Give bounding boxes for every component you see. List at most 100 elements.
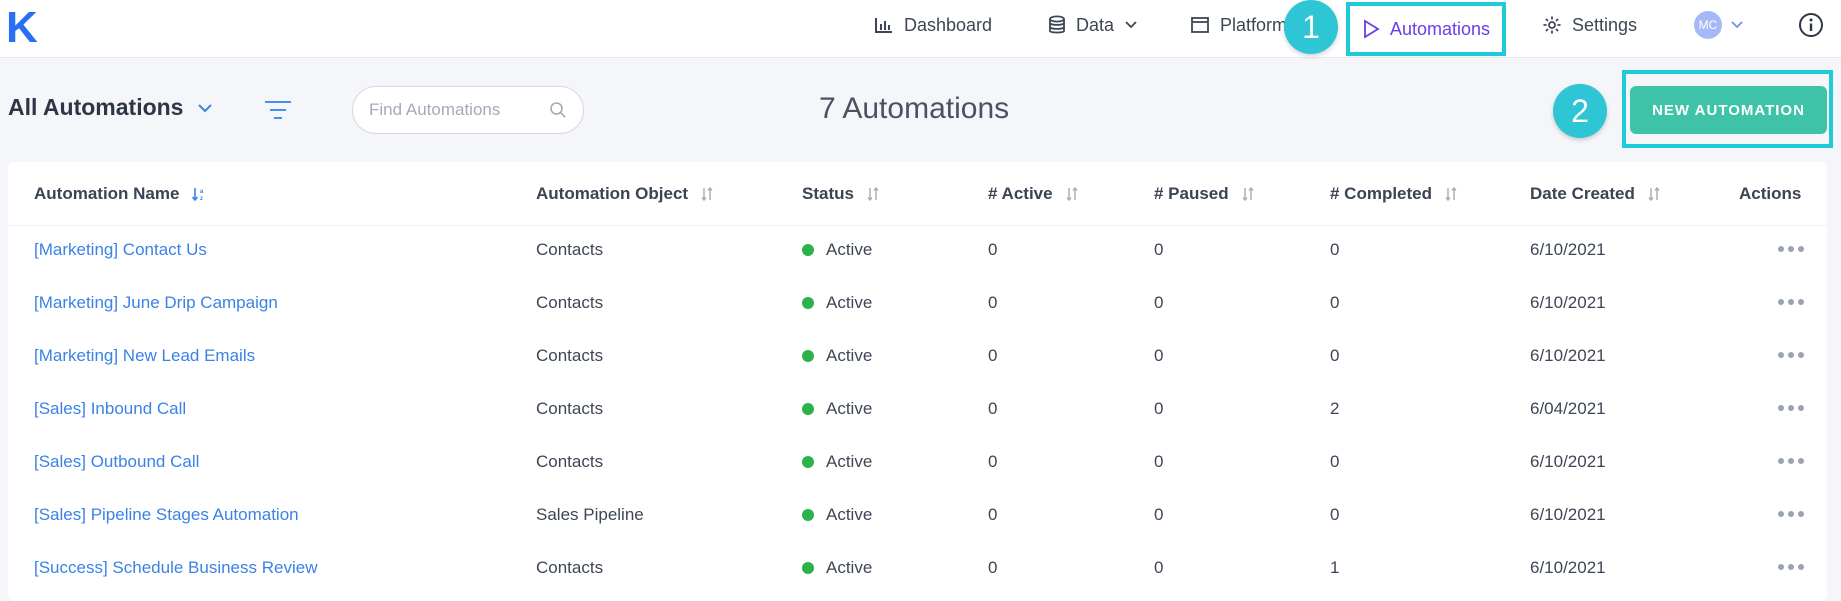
- automation-name-link[interactable]: [Marketing] New Lead Emails: [34, 346, 255, 366]
- more-actions-button[interactable]: [1774, 560, 1808, 574]
- column-header-label: Automation Name: [34, 184, 180, 203]
- automation-name-link[interactable]: [Sales] Outbound Call: [34, 452, 199, 472]
- column-header-active[interactable]: # Active: [988, 184, 1079, 204]
- status-label: Active: [826, 346, 873, 365]
- column-header-label: Actions: [1739, 184, 1802, 203]
- active-count: 0: [988, 452, 998, 471]
- automation-count: 7 Automations: [819, 92, 1010, 125]
- nav-data-dropdown[interactable]: Data: [1048, 0, 1138, 50]
- more-actions-button[interactable]: [1774, 454, 1808, 468]
- status-badge: Active: [802, 399, 872, 419]
- table-row: [Sales] Pipeline Stages Automation Sales…: [8, 491, 1827, 544]
- more-dots-icon: [1778, 246, 1784, 252]
- column-header-label: Date Created: [1530, 184, 1635, 203]
- status-dot-icon: [802, 297, 814, 309]
- automation-name-link[interactable]: [Marketing] June Drip Campaign: [34, 293, 278, 313]
- table-row: [Sales] Outbound Call Contacts Active 0 …: [8, 438, 1827, 491]
- chevron-down-icon: [198, 103, 213, 112]
- top-navigation-bar: K Dashboard Data Platform Automations Se…: [0, 0, 1841, 58]
- chevron-down-icon: [1731, 21, 1743, 29]
- sort-arrows-icon: [1445, 186, 1457, 202]
- nav-data-label: Data: [1076, 14, 1115, 35]
- completed-count: 0: [1330, 505, 1340, 524]
- automation-object: Contacts: [536, 558, 604, 577]
- automation-name-link[interactable]: [Marketing] Contact Us: [34, 240, 207, 260]
- date-created: 6/10/2021: [1530, 293, 1606, 312]
- nav-automations-label: Automations: [1390, 18, 1491, 39]
- date-created: 6/10/2021: [1530, 346, 1606, 365]
- paused-count: 0: [1154, 293, 1164, 312]
- column-header-date-created[interactable]: Date Created: [1530, 184, 1661, 204]
- nav-platform-label: Platform: [1220, 14, 1288, 35]
- column-header-paused[interactable]: # Paused: [1154, 184, 1255, 204]
- date-created: 6/10/2021: [1530, 240, 1606, 259]
- more-actions-button[interactable]: [1774, 348, 1808, 362]
- column-header-completed[interactable]: # Completed: [1330, 184, 1458, 204]
- table-header: Automation Name az Automation Object Sta…: [8, 162, 1827, 226]
- automation-object: Contacts: [536, 399, 604, 418]
- more-actions-button[interactable]: [1774, 507, 1808, 521]
- search-input[interactable]: [369, 100, 549, 120]
- more-dots-icon: [1778, 511, 1784, 517]
- active-count: 0: [988, 399, 998, 418]
- status-badge: Active: [802, 452, 872, 472]
- bar-chart-icon: [875, 18, 892, 33]
- view-selector-label: All Automations: [8, 94, 184, 120]
- paused-count: 0: [1154, 399, 1164, 418]
- date-created: 6/10/2021: [1530, 452, 1606, 471]
- status-dot-icon: [802, 562, 814, 574]
- filter-button[interactable]: [262, 98, 294, 127]
- date-created: 6/10/2021: [1530, 505, 1606, 524]
- nav-platform[interactable]: Platform: [1190, 0, 1287, 50]
- new-automation-button[interactable]: NEW AUTOMATION: [1630, 86, 1827, 134]
- user-menu[interactable]: MC: [1694, 0, 1744, 50]
- sort-arrows-icon: [867, 186, 879, 202]
- status-dot-icon: [802, 509, 814, 521]
- completed-count: 0: [1330, 452, 1340, 471]
- filter-lines-icon: [265, 101, 291, 119]
- nav-automations[interactable]: Automations: [1346, 2, 1506, 56]
- automation-name-link[interactable]: [Sales] Inbound Call: [34, 399, 186, 419]
- search-icon[interactable]: [549, 101, 567, 119]
- more-actions-button[interactable]: [1774, 295, 1808, 309]
- gear-icon: [1543, 16, 1561, 34]
- column-header-label: # Active: [988, 184, 1053, 203]
- column-header-automation-object[interactable]: Automation Object: [536, 184, 714, 204]
- active-count: 0: [988, 346, 998, 365]
- search-box: [352, 86, 584, 134]
- paused-count: 0: [1154, 558, 1164, 577]
- app-logo[interactable]: K: [6, 6, 38, 50]
- active-count: 0: [988, 293, 998, 312]
- column-header-actions: Actions: [1739, 184, 1801, 204]
- status-dot-icon: [802, 403, 814, 415]
- nav-settings[interactable]: Settings: [1542, 0, 1637, 50]
- status-badge: Active: [802, 293, 872, 313]
- status-badge: Active: [802, 346, 872, 366]
- automation-object: Sales Pipeline: [536, 505, 644, 524]
- info-button[interactable]: [1798, 0, 1824, 50]
- table-row: [Success] Schedule Business Review Conta…: [8, 544, 1827, 597]
- more-dots-icon: [1778, 352, 1784, 358]
- paused-count: 0: [1154, 452, 1164, 471]
- chevron-down-icon: [1125, 21, 1137, 29]
- paused-count: 0: [1154, 505, 1164, 524]
- status-label: Active: [826, 452, 873, 471]
- completed-count: 2: [1330, 399, 1340, 418]
- more-actions-button[interactable]: [1774, 242, 1808, 256]
- view-selector-dropdown[interactable]: All Automations: [8, 94, 213, 121]
- status-dot-icon: [802, 350, 814, 362]
- column-header-automation-name[interactable]: Automation Name az: [34, 184, 207, 204]
- automation-name-link[interactable]: [Success] Schedule Business Review: [34, 558, 317, 578]
- automation-object: Contacts: [536, 240, 604, 259]
- automation-name-link[interactable]: [Sales] Pipeline Stages Automation: [34, 505, 299, 525]
- status-label: Active: [826, 505, 873, 524]
- column-header-label: # Completed: [1330, 184, 1433, 203]
- column-header-status[interactable]: Status: [802, 184, 880, 204]
- status-dot-icon: [802, 456, 814, 468]
- date-created: 6/10/2021: [1530, 558, 1606, 577]
- more-actions-button[interactable]: [1774, 401, 1808, 415]
- nav-dashboard[interactable]: Dashboard: [874, 0, 992, 50]
- play-triangle-icon: [1364, 19, 1380, 39]
- status-label: Active: [826, 293, 873, 312]
- completed-count: 1: [1330, 558, 1340, 577]
